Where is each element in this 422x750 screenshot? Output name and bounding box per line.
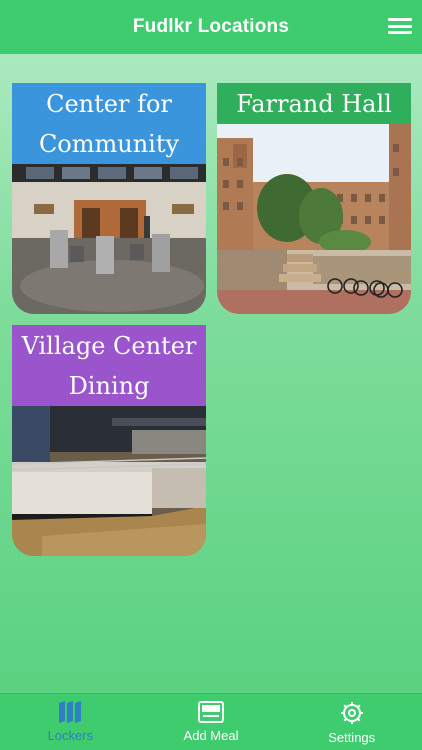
tab-settings-label: Settings bbox=[328, 730, 376, 745]
tab-add-meal[interactable]: Add Meal bbox=[141, 694, 282, 750]
add-meal-icon bbox=[198, 701, 224, 723]
location-card-center-for-community[interactable]: Center for Community bbox=[12, 83, 206, 314]
location-photo bbox=[217, 124, 411, 314]
nav-bar: Fudlkr Locations bbox=[0, 0, 422, 54]
location-card-village-center-dining[interactable]: Village Center Dining bbox=[12, 325, 206, 556]
tab-lockers-label: Lockers bbox=[47, 728, 94, 743]
location-card-title: Village Center Dining bbox=[12, 325, 206, 406]
tab-lockers[interactable]: Lockers bbox=[0, 694, 141, 750]
location-card-title: Farrand Hall bbox=[217, 83, 411, 124]
location-photo bbox=[12, 406, 206, 556]
gear-icon bbox=[340, 702, 363, 724]
tab-add-meal-label: Add Meal bbox=[183, 728, 239, 743]
location-card-title: Center for Community bbox=[12, 83, 206, 164]
hamburger-menu-icon[interactable] bbox=[388, 16, 412, 36]
tab-bar: Lockers Add Meal Settings bbox=[0, 693, 422, 750]
location-card-farrand-hall[interactable]: Farrand Hall bbox=[217, 83, 411, 314]
tab-settings[interactable]: Settings bbox=[281, 694, 422, 750]
page-title: Fudlkr Locations bbox=[132, 16, 290, 37]
location-photo bbox=[12, 164, 206, 314]
lockers-icon bbox=[59, 701, 82, 723]
